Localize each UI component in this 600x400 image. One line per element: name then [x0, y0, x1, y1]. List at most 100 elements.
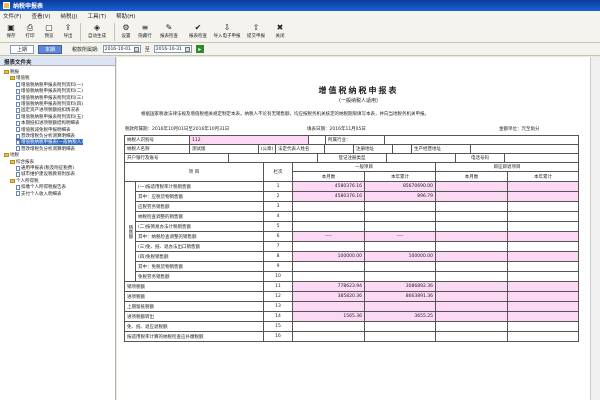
- document-icon: [16, 184, 20, 190]
- sidebar-item[interactable]: 营改增税负分析测算明细表: [16, 133, 75, 139]
- toolbar-button[interactable]: ⇧ 提交申报: [242, 23, 270, 40]
- toolbar-button-label: 保存: [6, 34, 16, 39]
- period-separator: 至: [144, 46, 150, 53]
- toolbar-separator: [114, 23, 115, 41]
- toolbar-button[interactable]: ▣ 保存: [2, 23, 20, 40]
- document-icon: [16, 171, 20, 177]
- title-bar: 纳税申报表: [0, 0, 600, 11]
- sidebar-item[interactable]: 增值税纳税申报表附列资料(二): [16, 88, 83, 94]
- sidebar-item[interactable]: 增值税减免税申报明细表: [16, 127, 71, 133]
- folder-icon: [4, 70, 9, 74]
- sidebar-item[interactable]: 本期抵扣进项税额结构明细表: [16, 120, 80, 126]
- toolbar-button-label: 设置: [121, 34, 131, 39]
- toolbar-button-label: 打印: [25, 34, 35, 39]
- toolbar-button[interactable]: ✎ 报表检查: [155, 23, 183, 40]
- sidebar-item[interactable]: 扣缴个人所得税报告表: [16, 184, 66, 190]
- toolbar-button[interactable]: ▢ 预览: [40, 23, 58, 40]
- sidebar-item-label: 增值税纳税申报表附列资料(五): [21, 114, 84, 120]
- sidebar-item[interactable]: 增值税纳税申报表附列资料(五): [16, 114, 83, 120]
- report-check-2-icon: ✔: [194, 23, 202, 32]
- print-icon: ⎙: [26, 23, 34, 32]
- sidebar-item[interactable]: 通用申报表(税及附征税费): [16, 165, 74, 171]
- toolbar-button-label: 报表检查: [189, 34, 207, 39]
- sidebar-item[interactable]: 增值税纳税申报表(一般纳税人): [16, 139, 84, 146]
- toolbar-button[interactable]: ⚙ 设置: [117, 23, 135, 40]
- document-icon: [16, 95, 20, 101]
- sidebar-item-label: 扣缴个人所得税报告表: [21, 185, 66, 191]
- document-icon: [16, 127, 20, 133]
- form-title: 增值税纳税申报表: [318, 86, 399, 95]
- sidebar-item-label: 综合报表: [16, 159, 34, 165]
- menu-item[interactable]: 纳税(J): [61, 12, 78, 20]
- sidebar-item[interactable]: 固定资产进项税额抵扣情况表: [16, 107, 80, 113]
- document-icon: [16, 191, 20, 197]
- sidebar-item[interactable]: 税报: [4, 69, 19, 75]
- report-folder-sidebar: 报表文件夹 税报 增值税 增值税纳税申报表附列资料(一) 增值税纳税申报表附列资料(二…: [0, 57, 116, 400]
- menu-item[interactable]: 帮助(H): [116, 12, 135, 20]
- submit-icon: ⇧: [252, 23, 260, 32]
- sidebar-item[interactable]: 营改增税负分析测算明细表: [16, 146, 75, 152]
- current-period-button[interactable]: 本期: [38, 44, 63, 54]
- document-icon: [16, 88, 20, 94]
- folder-icon: [10, 159, 15, 164]
- sidebar-item[interactable]: 增值税: [10, 75, 30, 81]
- toolbar-button-label: 隐藏行: [138, 34, 152, 39]
- menu-item[interactable]: 文件(F): [3, 12, 21, 20]
- toolbar-button-label: 预览: [44, 34, 54, 39]
- toolbar-separator: [80, 23, 81, 41]
- menu-item[interactable]: 查看(V): [31, 12, 50, 20]
- sidebar-item-label: 通用申报表(税及附征税费): [21, 166, 75, 171]
- toolbar-button[interactable]: ≡ 隐藏行: [136, 23, 154, 40]
- toolbar-button-label: 导入电子申报: [213, 34, 241, 39]
- toolbar-button[interactable]: ⇪ 导出: [59, 23, 77, 40]
- period-end-field[interactable]: 2016-10-31: [153, 45, 192, 53]
- amount-unit: 金额单位：元至角分: [499, 127, 540, 132]
- preview-icon: ▢: [45, 23, 53, 32]
- menu-item[interactable]: 工具(T): [87, 12, 106, 20]
- sidebar-item-label: 地税: [10, 153, 19, 159]
- vertical-scrollbar[interactable]: [590, 57, 600, 400]
- document-icon: [16, 139, 20, 145]
- save-icon: ▣: [7, 23, 15, 32]
- toolbar-button-label: 报表检查: [160, 34, 178, 39]
- sidebar-item[interactable]: 地税: [4, 152, 19, 158]
- fill-date: 填表日期：2016年11月05日: [307, 127, 366, 132]
- prev-period-button[interactable]: 上期: [10, 44, 35, 54]
- sidebar-item[interactable]: 增值税纳税申报表附列资料(四): [16, 101, 83, 107]
- sidebar-item-label: 增值税减免税申报明细表: [21, 127, 71, 133]
- period-start-field[interactable]: 2016-10-01: [102, 45, 141, 53]
- refund-this-month-cell: [435, 331, 508, 342]
- column-no-header: 栏次: [263, 162, 293, 182]
- sidebar-item-label: 营改增税负分析测算明细表: [21, 134, 75, 139]
- row-item: 按适用税率计算的纳税检查应补缴税额: [124, 331, 264, 342]
- sidebar-item-label: 增值税: [16, 76, 30, 82]
- tax-period: 税款所属期：2016年10月01日至2016年10月31日: [125, 127, 230, 132]
- sidebar-item-label: 个人所得税: [16, 178, 39, 184]
- folder-icon: [4, 153, 9, 158]
- sidebar-item[interactable]: 增值税纳税申报表附列资料(三): [16, 95, 83, 101]
- sidebar-item[interactable]: 增值税纳税申报表附列资料(一): [16, 82, 83, 88]
- sidebar-item[interactable]: 城市维护建设税教育附加表: [16, 171, 75, 177]
- calendar-icon[interactable]: [133, 46, 139, 52]
- app-window: 纳税申报表 文件(F) 查看(V) 纳税(J) 工具(T) 帮助(H) ▣ 保存 ⎙ 打印 ▢ 预…: [0, 0, 600, 400]
- sidebar-item[interactable]: 个人所得税: [10, 178, 39, 184]
- toolbar-button[interactable]: ✖ 关闭: [271, 23, 289, 40]
- sidebar-item-label: 增值税纳税申报表附列资料(四): [21, 102, 84, 107]
- folder-icon: [10, 76, 15, 81]
- sidebar-item-label: 城市维护建设税教育附加表: [21, 172, 75, 178]
- toolbar-button[interactable]: ⇩ 导入电子申报: [213, 23, 241, 40]
- sidebar-item[interactable]: 支付个人收入明细表: [16, 191, 62, 197]
- window-title: 纳税申报表: [13, 3, 44, 10]
- close-icon: ✖: [276, 23, 284, 32]
- period-label: 税款所属期:: [72, 46, 99, 53]
- toolbar-button[interactable]: ✔ 报表检查: [184, 23, 212, 40]
- sidebar-item-label: 增值税纳税申报表附列资料(二): [21, 89, 84, 95]
- go-arrow-icon[interactable]: ▸: [195, 45, 204, 53]
- toolbar-button[interactable]: ◈ 自动生成: [83, 23, 111, 40]
- toolbar-button[interactable]: ⎙ 打印: [21, 23, 39, 40]
- export-icon: ⇪: [64, 23, 72, 32]
- row-column-no: 16: [263, 331, 293, 342]
- import-icon: ⇩: [223, 23, 231, 32]
- sidebar-item[interactable]: 综合报表: [10, 159, 34, 165]
- calendar-icon[interactable]: [184, 46, 190, 52]
